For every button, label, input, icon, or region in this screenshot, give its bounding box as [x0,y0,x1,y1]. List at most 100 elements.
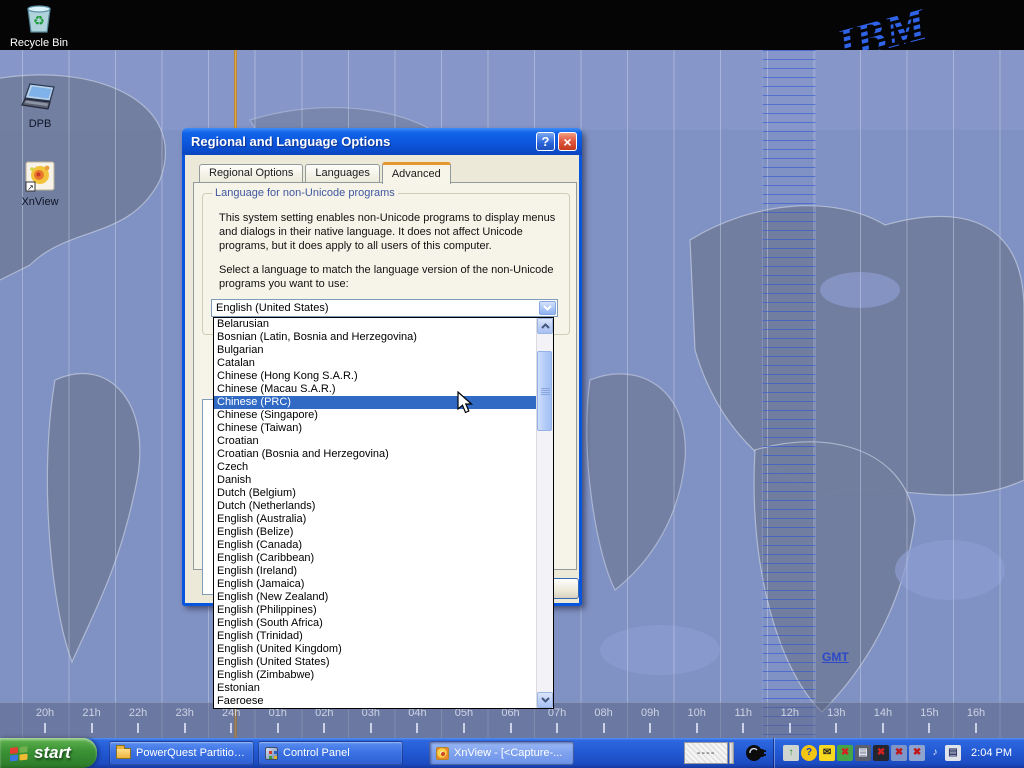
network-device-icon[interactable]: ▤ [855,745,871,761]
hour-tick [416,723,418,733]
svg-text:↗: ↗ [27,183,34,192]
language-option[interactable]: Dutch (Netherlands) [214,500,536,513]
taskbar-task-button[interactable]: Control Panel [258,741,403,765]
hour-tick [603,723,605,733]
connection-blocked-icon[interactable]: ✖ [909,745,925,761]
hour-label: 08h [594,707,612,719]
icon-label: DPB [10,118,70,130]
hour-tick [696,723,698,733]
ibm-logo-icon: IBM [822,0,982,56]
language-option[interactable]: English (Caribbean) [214,552,536,565]
language-option[interactable]: Dutch (Belgium) [214,487,536,500]
language-option[interactable]: Chinese (Macau S.A.R.) [214,383,536,396]
language-option[interactable]: English (Belize) [214,526,536,539]
close-button[interactable]: × [558,132,577,151]
hour-label: 22h [129,707,147,719]
hour-tick [277,723,279,733]
start-button[interactable]: start [0,738,97,768]
language-option[interactable]: Czech [214,461,536,474]
language-option[interactable]: Estonian [214,682,536,695]
language-option[interactable]: Chinese (Hong Kong S.A.R.) [214,370,536,383]
desktop-icon-recycle-bin[interactable]: ♻ Recycle Bin [9,3,69,49]
tab-regional-options[interactable]: Regional Options [199,164,303,183]
non-unicode-groupbox: Language for non-Unicode programs This s… [202,193,570,335]
chevron-up-icon [541,323,550,329]
language-option[interactable]: Chinese (Singapore) [214,409,536,422]
language-combobox[interactable]: English (United States) [211,299,558,317]
language-option[interactable]: English (Canada) [214,539,536,552]
icon-label: XnView [10,196,70,208]
icon-label: Recycle Bin [9,37,69,49]
hour-label: 20h [36,707,54,719]
taskbar-clock[interactable]: 2:04 PM [971,747,1012,759]
tab-languages[interactable]: Languages [305,164,379,183]
language-option[interactable]: English (South Africa) [214,617,536,630]
dialog-titlebar[interactable]: Regional and Language Options ? × [182,128,582,155]
language-option[interactable]: English (United States) [214,656,536,669]
hour-label: 23h [175,707,193,719]
language-option[interactable]: Belarusian [214,318,536,331]
language-option[interactable]: English (Zimbabwe) [214,669,536,682]
drive-status-icon[interactable]: ▤ [945,745,961,761]
hour-tick [323,723,325,733]
language-option[interactable]: Chinese (PRC) [214,396,536,409]
hour-label: 15h [920,707,938,719]
help-support-icon[interactable]: ? [801,745,817,761]
language-option[interactable]: Bulgarian [214,344,536,357]
dialog-title: Regional and Language Options [191,134,533,149]
deskband-grip-handle[interactable] [729,742,734,764]
gmt-label: GMT [822,650,849,664]
deskband: ---- [684,742,766,764]
language-option[interactable]: English (Philippines) [214,604,536,617]
language-option[interactable]: Croatian (Bosnia and Herzegovina) [214,448,536,461]
mouse-cursor-icon [457,391,475,415]
deskband-status[interactable]: ---- [684,742,728,764]
taskbar-task-button[interactable]: XnView - [<Capture-... [429,741,574,765]
sprout-icon[interactable]: ↑ [783,745,799,761]
hour-tick [928,723,930,733]
language-option[interactable]: English (New Zealand) [214,591,536,604]
help-button[interactable]: ? [536,132,555,151]
language-option[interactable]: English (Trinidad) [214,630,536,643]
language-option[interactable]: Faeroese [214,695,536,708]
groupbox-caption: Language for non-Unicode programs [212,187,398,199]
desktop-icon-dpb[interactable]: DPB [10,82,70,130]
computer-blocked-icon[interactable]: ✖ [891,745,907,761]
volume-icon[interactable]: ♪ [927,745,943,761]
combobox-value: English (United States) [212,302,539,314]
hour-tick [649,723,651,733]
language-option[interactable]: Catalan [214,357,536,370]
language-option[interactable]: Danish [214,474,536,487]
language-option[interactable]: Croatian [214,435,536,448]
taskbar-task-button[interactable]: PowerQuest Partition... [109,741,254,765]
hour-tick [463,723,465,733]
messenger-blocked-icon[interactable]: ✖ [837,745,853,761]
language-option[interactable]: English (Jamaica) [214,578,536,591]
hour-tick [556,723,558,733]
mail-alert-icon[interactable]: ✉ [819,745,835,761]
scroll-up-button[interactable] [537,318,553,334]
combobox-dropdown-button[interactable] [539,301,556,315]
task-button-label: Control Panel [283,747,350,759]
dropdown-scrollbar[interactable] [536,318,553,708]
taskbar: start PowerQuest Partition... Control Pan… [0,738,1024,768]
tab-advanced[interactable]: Advanced [382,162,451,184]
task-buttons: PowerQuest Partition... Control Panel XnVi… [109,741,574,765]
power-plug-icon[interactable] [744,743,766,763]
language-option[interactable]: English (Australia) [214,513,536,526]
language-option[interactable]: Chinese (Taiwan) [214,422,536,435]
display-blocked-icon[interactable]: ✖ [873,745,889,761]
language-option[interactable]: Bosnian (Latin, Bosnia and Herzegovina) [214,331,536,344]
language-dropdown-list: BelarusianBosnian (Latin, Bosnia and Her… [213,317,554,709]
scroll-down-button[interactable] [537,692,553,708]
hour-label: 12h [781,707,799,719]
hour-tick [184,723,186,733]
language-option[interactable]: English (United Kingdom) [214,643,536,656]
desktop-icon-xnview[interactable]: ↗ XnView [10,160,70,208]
scrollbar-thumb[interactable] [537,351,552,431]
chevron-down-icon [541,697,550,703]
scrollbar-track[interactable] [537,334,553,692]
hour-tick [789,723,791,733]
hour-label: 10h [688,707,706,719]
language-option[interactable]: English (Ireland) [214,565,536,578]
